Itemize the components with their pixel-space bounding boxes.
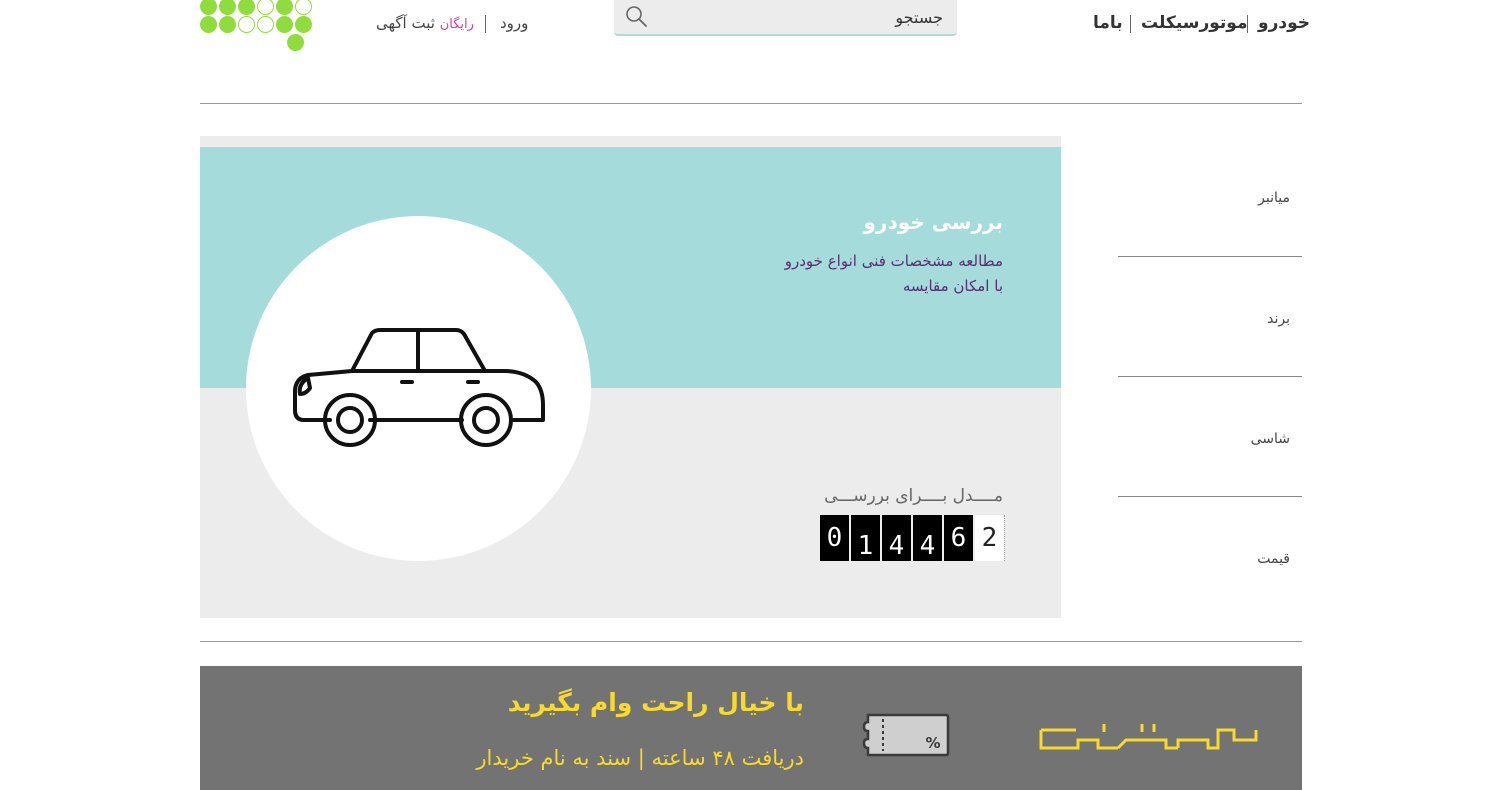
counter-label: مــــدل بــــرای بررســـی [824, 486, 1003, 506]
login-link[interactable]: ورود [500, 14, 528, 32]
brand-logo [1039, 724, 1258, 750]
section-rule [200, 641, 1302, 642]
post-ad-label: ثبت آگهی [376, 14, 435, 32]
counter-digit: 4 [882, 515, 911, 561]
model-counter: 0 1 4 4 6 2 [820, 515, 1007, 561]
nav-item-motorcycle[interactable]: موتورسیکلت [1141, 13, 1248, 33]
sidebar-item-shortcut[interactable]: میانبر [1258, 190, 1290, 206]
search-icon[interactable] [624, 4, 648, 28]
car-icon [293, 328, 545, 447]
sidebar-divider [1118, 256, 1302, 257]
sidebar-item-chassis[interactable]: شاسی [1251, 431, 1290, 447]
free-badge: رایگان [439, 17, 474, 32]
sidebar-item-price[interactable]: قیمت [1257, 551, 1290, 567]
ticket-text: % [925, 734, 940, 752]
sidebar-divider [1118, 376, 1302, 377]
hero-description: با امکان مقایسه [902, 277, 1003, 295]
nav-item-car[interactable]: خودرو [1258, 13, 1310, 33]
header-divider [485, 15, 486, 33]
header-rule [200, 103, 1302, 104]
counter-digit: 1 [851, 515, 880, 561]
counter-digit: 6 [944, 515, 973, 561]
sidebar-divider [1118, 496, 1302, 497]
search-box [614, 0, 957, 36]
loan-title: با خیال راحت وام بگیرید [507, 688, 804, 717]
counter-digit: 0 [820, 515, 849, 561]
loan-subtitle: دریافت ۴۸ ساعته | سند به نام خریدار [476, 746, 804, 770]
site-logo[interactable] [200, 0, 320, 56]
post-ad-link[interactable]: رایگان ثبت آگهی [376, 14, 474, 32]
nav-divider [1130, 15, 1131, 33]
hero-title: بررسی خودرو [863, 210, 1004, 234]
sidebar-item-brand[interactable]: برند [1267, 311, 1290, 327]
search-input[interactable] [654, 2, 945, 32]
counter-digit: 2 [975, 515, 1005, 561]
hero-description: مطالعه مشخصات فنی انواع خودرو [784, 252, 1003, 270]
counter-digit: 4 [913, 515, 942, 561]
nav-item-bama[interactable]: باما [1093, 13, 1123, 33]
ticket-icon: % [862, 713, 950, 757]
